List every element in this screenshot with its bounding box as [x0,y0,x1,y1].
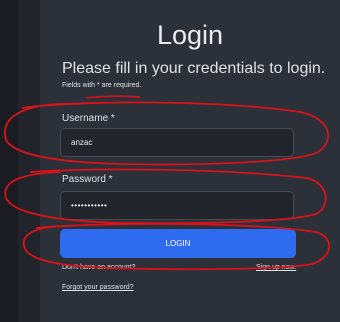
page-title: Login [156,20,224,50]
login-button[interactable]: LOGIN [60,229,296,258]
forgot-password-link[interactable]: Forgot your password? [62,284,134,291]
password-input[interactable] [60,191,294,220]
login-page: Login Please fill in your credentials to… [0,0,340,322]
username-label: Username * [62,113,115,124]
login-subtitle: Please fill in your credentials to login… [62,60,326,77]
username-input[interactable] [60,128,294,157]
password-label: Password * [62,174,113,185]
left-edge-panel [0,0,18,322]
signup-link[interactable]: Sign up now. [256,264,296,271]
required-fields-note: Fields with * are required. [62,82,142,89]
signup-prompt: Don't have an account? [62,264,136,271]
login-card: Login Please fill in your credentials to… [40,0,340,322]
